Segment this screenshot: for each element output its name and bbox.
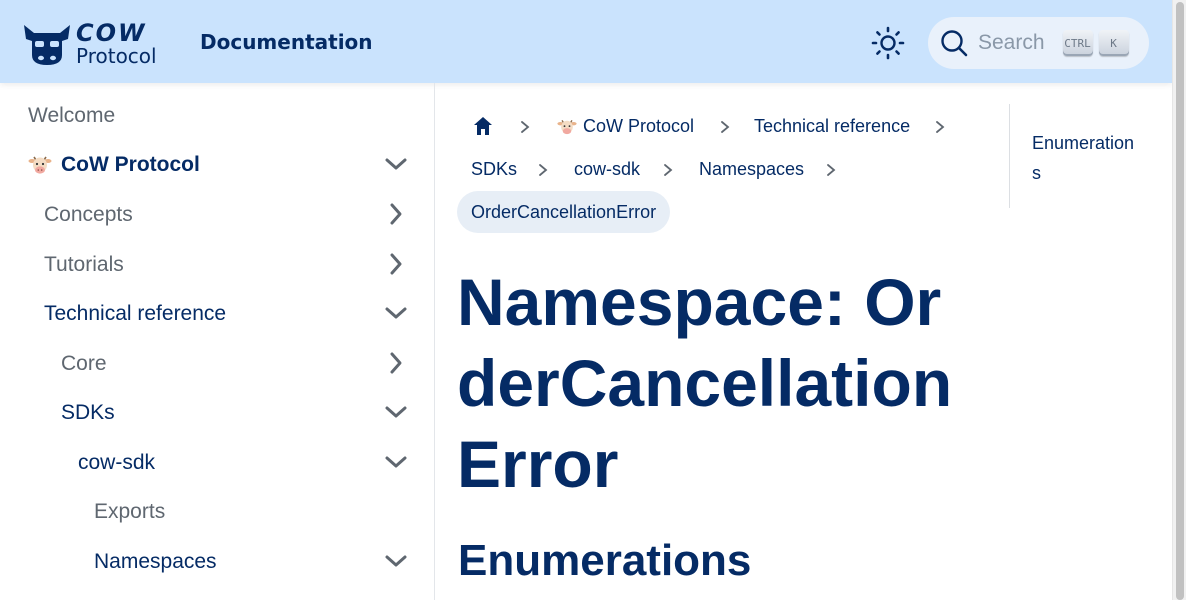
breadcrumb-separator-icon xyxy=(827,164,836,176)
chevron-down-icon[interactable] xyxy=(383,151,409,177)
sidebar-item-sdks[interactable]: SDKs xyxy=(0,391,434,435)
k-key-hint: K xyxy=(1098,30,1129,56)
cow-emoji-icon xyxy=(28,156,52,174)
sidebar-item-cow-sdk[interactable]: cow-sdk xyxy=(0,441,434,485)
sidebar-item-label: CoW Protocol xyxy=(61,153,200,176)
chevron-right-icon[interactable] xyxy=(383,350,409,376)
sidebar-item-welcome[interactable]: Welcome xyxy=(0,94,434,138)
cow-emoji-icon xyxy=(557,119,577,134)
home-icon[interactable] xyxy=(472,115,494,137)
sidebar: Welcome CoW Protocol Concepts Tutorials … xyxy=(0,83,435,600)
sidebar-item-label: Welcome xyxy=(28,104,116,127)
sidebar-item-label: Concepts xyxy=(44,203,133,226)
ctrl-key-hint: CTRL xyxy=(1062,30,1093,56)
search-button[interactable]: Search CTRL K xyxy=(928,17,1149,69)
breadcrumb-separator-icon xyxy=(936,121,945,133)
sun-icon xyxy=(871,26,905,60)
sidebar-item-exports[interactable]: Exports xyxy=(0,490,434,534)
breadcrumb-technical-reference[interactable]: Technical reference xyxy=(754,116,910,137)
breadcrumb-separator-icon xyxy=(721,121,730,133)
sidebar-item-concepts[interactable]: Concepts xyxy=(0,193,434,237)
section-heading-enumerations: Enumerations xyxy=(458,536,752,585)
sidebar-item-namespaces[interactable]: Namespaces xyxy=(0,540,434,584)
sidebar-item-label: SDKs xyxy=(61,401,115,424)
chevron-right-icon[interactable] xyxy=(383,251,409,277)
search-icon xyxy=(941,30,968,57)
scrollbar-thumb[interactable] xyxy=(1176,2,1184,600)
table-of-contents: Enumerations xyxy=(1009,104,1159,208)
breadcrumb-sdks[interactable]: SDKs xyxy=(471,159,517,180)
sidebar-item-tutorials[interactable]: Tutorials xyxy=(0,243,434,287)
sidebar-item-technical-reference[interactable]: Technical reference xyxy=(0,292,434,336)
logo-wordmark-cow: COW xyxy=(76,18,147,47)
breadcrumb-cow-sdk[interactable]: cow-sdk xyxy=(574,159,640,180)
page-title: Namespace: OrderCancellationError xyxy=(457,265,953,501)
navbar-documentation-link[interactable]: Documentation xyxy=(200,30,373,54)
chevron-down-icon[interactable] xyxy=(383,449,409,475)
chevron-down-icon[interactable] xyxy=(383,300,409,326)
sidebar-item-label: cow-sdk xyxy=(78,451,156,474)
sidebar-item-core[interactable]: Core xyxy=(0,342,434,386)
chevron-down-icon[interactable] xyxy=(383,548,409,574)
sidebar-item-label: Technical reference xyxy=(44,302,227,325)
logo-wordmark-protocol: Protocol xyxy=(76,43,157,68)
cow-protocol-logo[interactable]: COW Protocol xyxy=(22,20,172,66)
sidebar-item-cow-protocol[interactable]: CoW Protocol xyxy=(0,143,434,187)
breadcrumb-namespaces[interactable]: Namespaces xyxy=(699,159,804,180)
toc-link-enumerations[interactable]: Enumerations xyxy=(1032,128,1142,188)
search-placeholder: Search xyxy=(978,31,1045,54)
breadcrumb-label: CoW Protocol xyxy=(583,116,695,136)
chevron-down-icon[interactable] xyxy=(383,399,409,425)
sidebar-item-label: Exports xyxy=(94,500,166,523)
theme-toggle-button[interactable] xyxy=(870,25,906,61)
breadcrumb-current: OrderCancellationError xyxy=(457,191,671,233)
page-scrollbar[interactable] xyxy=(1172,0,1186,600)
breadcrumb-separator-icon xyxy=(664,164,673,176)
sidebar-item-label: Namespaces xyxy=(94,550,217,573)
sidebar-item-label: Core xyxy=(61,352,107,375)
breadcrumb-separator-icon xyxy=(539,164,548,176)
cow-logo-icon xyxy=(24,25,70,65)
chevron-right-icon[interactable] xyxy=(383,201,409,227)
navbar: COW Protocol Documentation Search CTRL K xyxy=(0,0,1172,83)
sidebar-item-label: Tutorials xyxy=(44,253,124,276)
breadcrumb-separator-icon xyxy=(521,121,530,133)
breadcrumb-cow-protocol[interactable]: CoW Protocol xyxy=(557,116,694,137)
